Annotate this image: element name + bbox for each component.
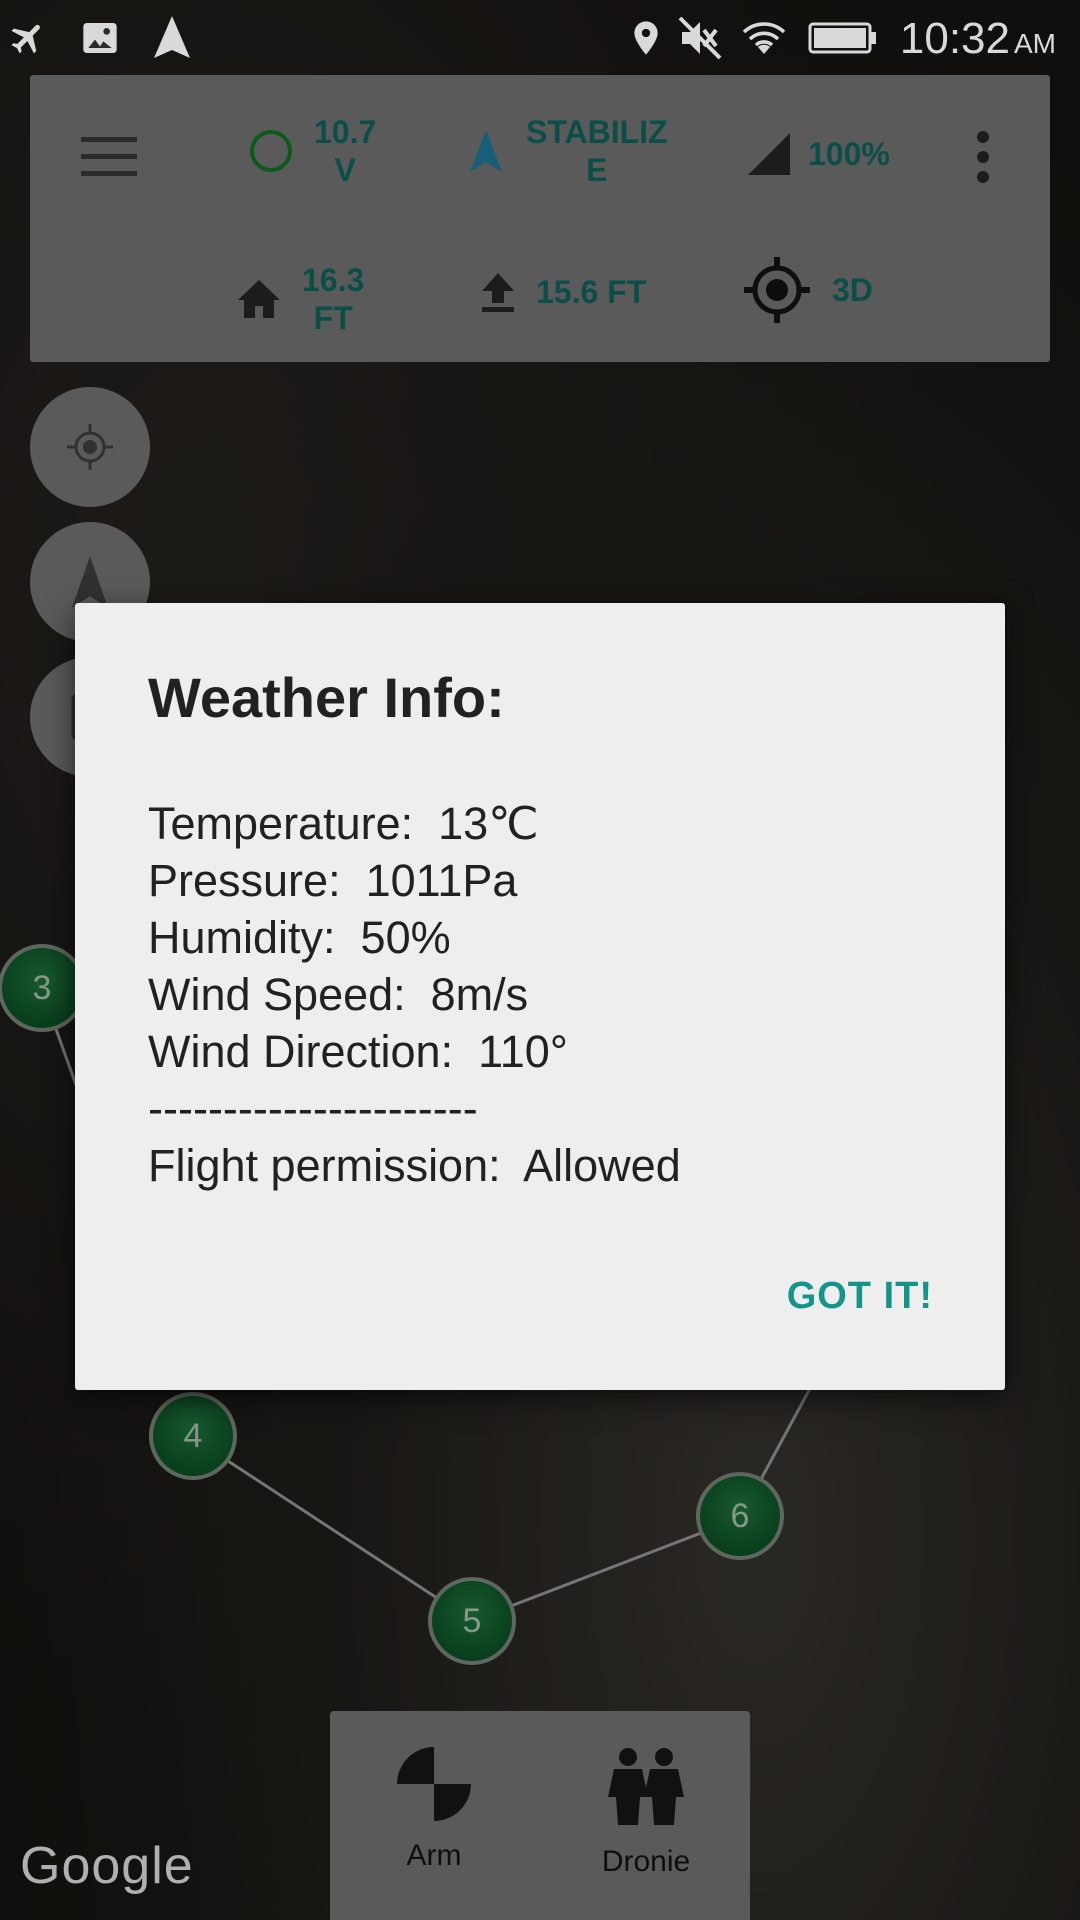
pressure-row: Pressure: 1011Pa — [148, 855, 518, 906]
separator-row: ---------------------- — [148, 1083, 478, 1134]
temperature-row: Temperature: 13℃ — [148, 798, 539, 849]
got-it-button[interactable]: GOT IT! — [787, 1275, 933, 1318]
dialog-title: Weather Info: — [148, 666, 505, 729]
wind-direction-row: Wind Direction: 110° — [148, 1026, 568, 1077]
dialog-body: Temperature: 13℃ Pressure: 1011Pa Humidi… — [148, 795, 681, 1194]
humidity-row: Humidity: 50% — [148, 912, 451, 963]
flight-permission-row: Flight permission: Allowed — [148, 1140, 681, 1191]
weather-info-dialog: Weather Info: Temperature: 13℃ Pressure:… — [75, 603, 1005, 1390]
wind-speed-row: Wind Speed: 8m/s — [148, 969, 529, 1020]
